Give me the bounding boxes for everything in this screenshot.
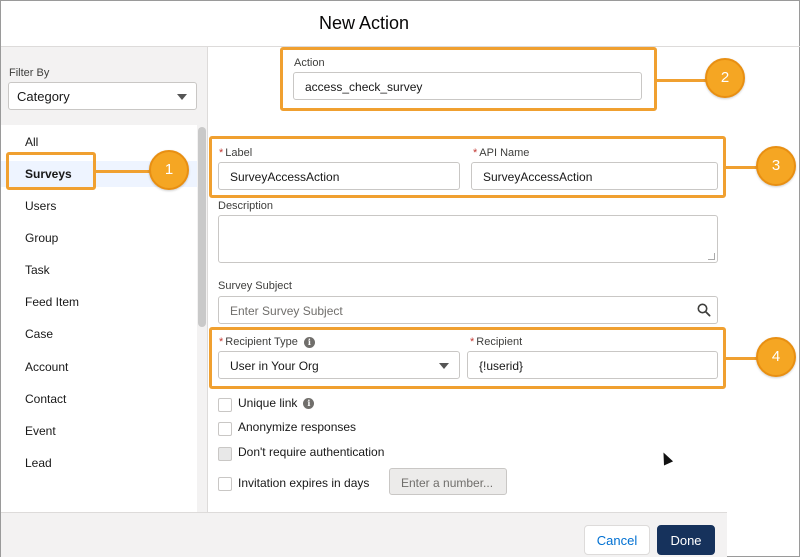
unique-link-label: Unique link i <box>238 396 315 410</box>
survey-subject-input[interactable]: Enter Survey Subject <box>218 296 718 324</box>
filter-by-label: Filter By <box>9 67 50 79</box>
description-label: Description <box>218 200 274 212</box>
search-icon[interactable] <box>697 303 711 317</box>
chevron-down-icon <box>177 94 187 100</box>
sidebar: Filter By Category All Surveys Users Gro… <box>1 47 208 512</box>
sidebar-item-task[interactable]: Task <box>1 257 197 283</box>
description-textarea[interactable] <box>218 215 718 263</box>
sidebar-item-account[interactable]: Account <box>1 354 197 380</box>
resize-grip-icon[interactable] <box>708 253 715 260</box>
done-button[interactable]: Done <box>657 525 715 555</box>
sidebar-item-event[interactable]: Event <box>1 418 197 444</box>
callout-connector <box>726 166 758 169</box>
sidebar-item-case[interactable]: Case <box>1 321 197 347</box>
callout-box-surveys <box>6 152 96 190</box>
filter-by-value: Category <box>17 89 70 104</box>
callout-connector <box>96 170 151 173</box>
anonymize-label: Anonymize responses <box>238 420 357 434</box>
no-auth-checkbox[interactable] <box>218 447 232 461</box>
callout-badge-4: 4 <box>756 337 796 377</box>
dialog-title: New Action <box>318 13 410 33</box>
callout-box-recipient <box>209 327 726 389</box>
survey-subject-label: Survey Subject <box>218 280 292 292</box>
action-form: Action access_check_survey * Label Survey… <box>209 47 726 512</box>
days-input[interactable]: Enter a number... <box>389 468 507 495</box>
anonymize-checkbox[interactable] <box>218 422 232 436</box>
invitation-checkbox[interactable] <box>218 477 232 491</box>
callout-box-action <box>280 47 657 111</box>
callout-connector <box>657 79 707 82</box>
callout-connector <box>726 357 758 360</box>
new-action-dialog: New Action Filter By Category All Survey… <box>0 0 800 557</box>
sidebar-item-contact[interactable]: Contact <box>1 386 197 412</box>
callout-box-label-api <box>209 136 726 198</box>
dialog-footer: Cancel Done <box>1 512 727 557</box>
filter-by-select[interactable]: Category <box>8 82 197 110</box>
info-icon[interactable]: i <box>303 398 315 410</box>
sidebar-item-feed-item[interactable]: Feed Item <box>1 289 197 315</box>
sidebar-scrollbar[interactable] <box>198 127 206 327</box>
survey-subject-placeholder: Enter Survey Subject <box>230 304 343 318</box>
unique-link-checkbox[interactable] <box>218 398 232 412</box>
cancel-button[interactable]: Cancel <box>584 525 650 555</box>
callout-badge-1: 1 <box>149 150 189 190</box>
no-auth-label: Don't require authentication <box>238 445 385 459</box>
dialog-header: New Action <box>1 1 800 47</box>
sidebar-item-lead[interactable]: Lead <box>1 450 197 476</box>
callout-badge-2: 2 <box>705 58 745 98</box>
callout-badge-3: 3 <box>756 146 796 186</box>
sidebar-item-group[interactable]: Group <box>1 225 197 251</box>
sidebar-item-users[interactable]: Users <box>1 193 197 219</box>
invitation-label: Invitation expires in days <box>238 476 370 490</box>
